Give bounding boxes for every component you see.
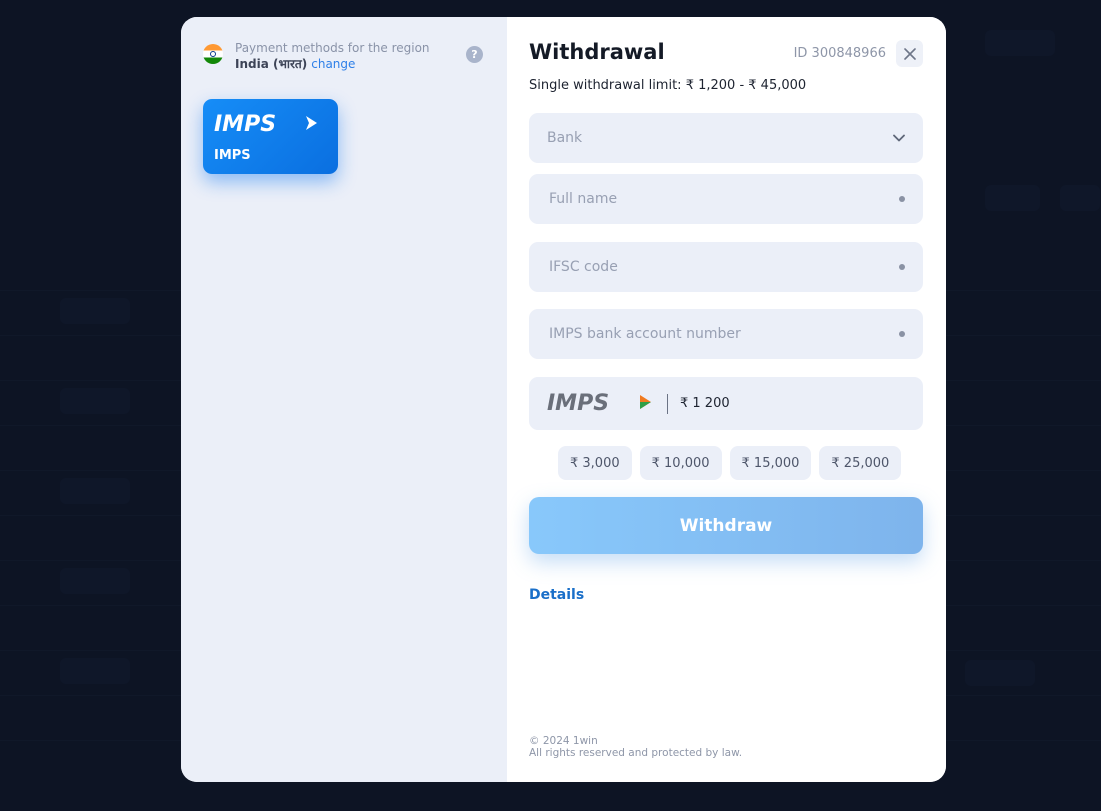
required-dot-icon — [899, 264, 905, 270]
quick-amount-button[interactable]: ₹ 15,000 — [729, 446, 812, 480]
payment-methods-panel: Payment methods for the region India (भा… — [181, 17, 507, 782]
account-field-wrapper — [529, 309, 923, 359]
imps-logo-icon: IMPS — [547, 390, 653, 418]
footer-copyright: © 2024 1win — [529, 735, 598, 747]
amount-input[interactable]: IMPS ₹ 1 200 — [529, 377, 923, 430]
bank-select[interactable]: Bank — [529, 113, 923, 163]
region-selector: Payment methods for the region India (भा… — [203, 40, 430, 72]
full-name-field[interactable] — [547, 190, 871, 208]
withdrawal-modal: Payment methods for the region India (भा… — [181, 17, 946, 782]
details-link[interactable]: Details — [529, 587, 584, 603]
user-id: ID 300848966 — [793, 46, 886, 61]
close-icon — [903, 47, 916, 60]
amount-value: ₹ 1 200 — [680, 396, 730, 411]
svg-text:IMPS: IMPS — [547, 391, 609, 414]
close-button[interactable] — [896, 40, 923, 67]
quick-amount-button[interactable]: ₹ 10,000 — [639, 446, 722, 480]
india-flag-icon — [203, 44, 223, 64]
chevron-down-icon — [893, 134, 905, 142]
svg-text:IMPS: IMPS — [214, 112, 276, 135]
region-change-link[interactable]: change — [311, 57, 355, 71]
quick-amount-button[interactable]: ₹ 25,000 — [819, 446, 902, 480]
quick-amount-button[interactable]: ₹ 3,000 — [558, 446, 632, 480]
ifsc-field-wrapper — [529, 242, 923, 292]
page-title: Withdrawal — [529, 40, 665, 64]
ifsc-code-field[interactable] — [547, 258, 871, 276]
bank-select-label: Bank — [547, 130, 583, 146]
footer: © 2024 1win All rights reserved and prot… — [529, 735, 742, 759]
full-name-field-wrapper — [529, 174, 923, 224]
withdraw-button[interactable]: Withdraw — [529, 497, 923, 554]
footer-rights: All rights reserved and protected by law… — [529, 747, 743, 759]
withdrawal-form-panel: Withdrawal ID 300848966 Single withdrawa… — [507, 17, 946, 782]
payment-method-imps[interactable]: IMPS IMPS — [203, 99, 338, 174]
required-dot-icon — [899, 196, 905, 202]
account-number-field[interactable] — [547, 325, 871, 343]
required-dot-icon — [899, 331, 905, 337]
amount-divider — [667, 393, 668, 414]
payment-method-name: IMPS — [214, 148, 251, 163]
region-country: India (भारत) — [235, 57, 308, 71]
withdrawal-limit: Single withdrawal limit: ₹ 1,200 - ₹ 45,… — [529, 78, 807, 93]
quick-amounts: ₹ 3,000 ₹ 10,000 ₹ 15,000 ₹ 25,000 — [558, 446, 902, 480]
help-icon[interactable]: ? — [466, 46, 483, 63]
region-text: Payment methods for the region India (भा… — [235, 40, 430, 72]
region-label: Payment methods for the region — [235, 41, 430, 55]
imps-logo-icon: IMPS — [214, 111, 318, 139]
